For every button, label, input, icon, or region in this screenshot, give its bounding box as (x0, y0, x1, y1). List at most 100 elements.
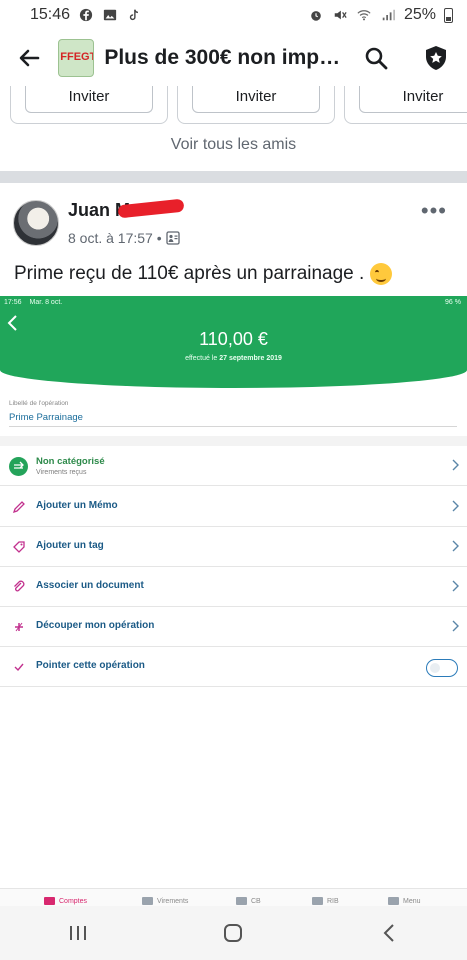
invite-button[interactable]: Inviter (192, 86, 320, 113)
post-meta: 8 oct. à 17:57 • (68, 230, 180, 246)
paperclip-icon (14, 580, 25, 592)
recents-icon (69, 926, 86, 940)
libelle-label: Libellé de l'opération (9, 400, 69, 407)
chevron-right-icon (452, 580, 459, 592)
back-button[interactable] (14, 42, 44, 74)
tab-label: RIB (327, 897, 339, 905)
facebook-icon (79, 8, 93, 22)
tab-menu: Menu (388, 897, 421, 905)
action-row-memo: Ajouter un Mémo (0, 487, 467, 527)
chevron-left-icon (383, 924, 394, 942)
chevron-right-icon (452, 459, 459, 471)
status-time: 15:46 (30, 6, 71, 23)
status-bar: 15:46 25% (0, 0, 467, 30)
chevron-right-icon (452, 620, 459, 632)
tab-label: Menu (403, 897, 421, 905)
transfer-icon (142, 897, 153, 905)
action-label: Ajouter un Mémo (36, 500, 118, 511)
action-row-document: Associer un document (0, 567, 467, 607)
search-icon (365, 47, 388, 70)
mute-icon (334, 10, 347, 20)
section-divider (0, 171, 467, 183)
bank-status-bar: 17:56 Mar. 8 oct. (4, 299, 62, 306)
invite-button[interactable]: Inviter (25, 86, 153, 113)
action-label: Associer un document (36, 580, 144, 591)
tab-comptes: Comptes (44, 897, 87, 905)
arrow-left-icon (19, 49, 40, 67)
transaction-date: effectué le 27 septembre 2019 (0, 355, 467, 362)
home-button[interactable] (203, 913, 263, 953)
search-button[interactable] (359, 40, 393, 76)
libelle-underline (9, 426, 457, 427)
tab-label: Virements (157, 897, 189, 905)
friend-card: Inviter (10, 86, 168, 124)
tab-virements: Virements (142, 897, 188, 905)
gallery-icon (103, 9, 117, 21)
see-all-friends-link[interactable]: Voir tous les amis (0, 136, 467, 154)
bank-tab-bar: Comptes Virements CB RIB Menu (0, 888, 467, 908)
action-row-point: Pointer cette opération (0, 647, 467, 687)
invite-button[interactable]: Inviter (359, 86, 467, 113)
post-text-container: Prime reçu de 110€ après un parrainage . (14, 263, 393, 285)
bank-app-header: 17:56 Mar. 8 oct. 96 % 110,00 € effectué… (0, 296, 467, 388)
transaction-date-prefix: effectué le (185, 355, 218, 362)
status-left: 15:46 (30, 6, 142, 24)
menu-icon (388, 897, 399, 905)
group-audience-icon (165, 231, 180, 245)
category-row: Non catégorisé Virements reçus (0, 446, 467, 486)
tab-cb: CB (236, 897, 261, 905)
shield-star-icon (425, 46, 446, 70)
pencil-icon (12, 501, 25, 514)
signal-icon (382, 9, 395, 21)
tab-label: Comptes (59, 897, 88, 905)
admin-badge-button[interactable] (419, 40, 453, 76)
page-title: Plus de 300€ non impo... (104, 46, 341, 69)
home-icon (224, 924, 243, 942)
friend-card: Inviter (177, 86, 335, 124)
action-row-split: Découper mon opération (0, 607, 467, 647)
post-image[interactable]: 17:56 Mar. 8 oct. 96 % 110,00 € effectué… (0, 296, 467, 908)
card-icon (236, 897, 247, 905)
tiktok-icon (129, 9, 139, 21)
bank-status-date: Mar. 8 oct. (29, 299, 63, 306)
tag-icon (13, 541, 25, 553)
post-header: Juan M 8 oct. à 17:57 • ••• (0, 196, 467, 252)
system-nav-bar (0, 906, 467, 960)
wifi-icon (357, 10, 371, 21)
rib-icon (312, 897, 323, 905)
tab-label: CB (251, 897, 261, 905)
battery-percent: 25% (403, 6, 436, 23)
action-label: Pointer cette opération (36, 660, 145, 671)
friend-card: Inviter (344, 86, 467, 124)
bank-status-battery: 96 % (445, 299, 461, 306)
back-nav-button[interactable] (359, 913, 419, 953)
category-label: Non catégorisé (36, 456, 105, 467)
split-icon (15, 622, 23, 632)
transaction-amount: 110,00 € (199, 329, 268, 349)
status-right: 25% (308, 6, 453, 24)
point-operation-toggle[interactable] (426, 659, 458, 677)
transaction-date-value: 27 septembre 2019 (219, 355, 282, 362)
avatar[interactable] (13, 200, 59, 246)
group-logo-text: FFEGT (60, 51, 95, 63)
action-label: Ajouter un tag (36, 540, 104, 551)
chevron-right-icon (452, 540, 459, 552)
battery-icon (444, 7, 453, 23)
accounts-icon (44, 897, 55, 905)
group-logo[interactable]: FFEGT (58, 39, 95, 77)
recents-button[interactable] (48, 913, 108, 953)
libelle-value: Prime Parrainage (9, 412, 83, 423)
wink-emoji-icon (370, 263, 393, 285)
post-text: Prime reçu de 110€ après un parrainage . (14, 263, 365, 284)
friend-invite-strip: Inviter Inviter Inviter (0, 86, 467, 130)
app-header: FFEGT Plus de 300€ non impo... (0, 30, 467, 86)
transfer-arrows-icon (9, 457, 28, 476)
action-label: Découper mon opération (36, 620, 155, 631)
action-row-tag: Ajouter un tag (0, 527, 467, 567)
post-options-button[interactable]: ••• (421, 198, 447, 224)
check-icon (14, 663, 24, 672)
tab-rib: RIB (312, 897, 339, 905)
post-date[interactable]: 8 oct. à 17:57 • (68, 230, 162, 246)
section-gap (0, 436, 467, 446)
alarm-icon (311, 11, 321, 21)
